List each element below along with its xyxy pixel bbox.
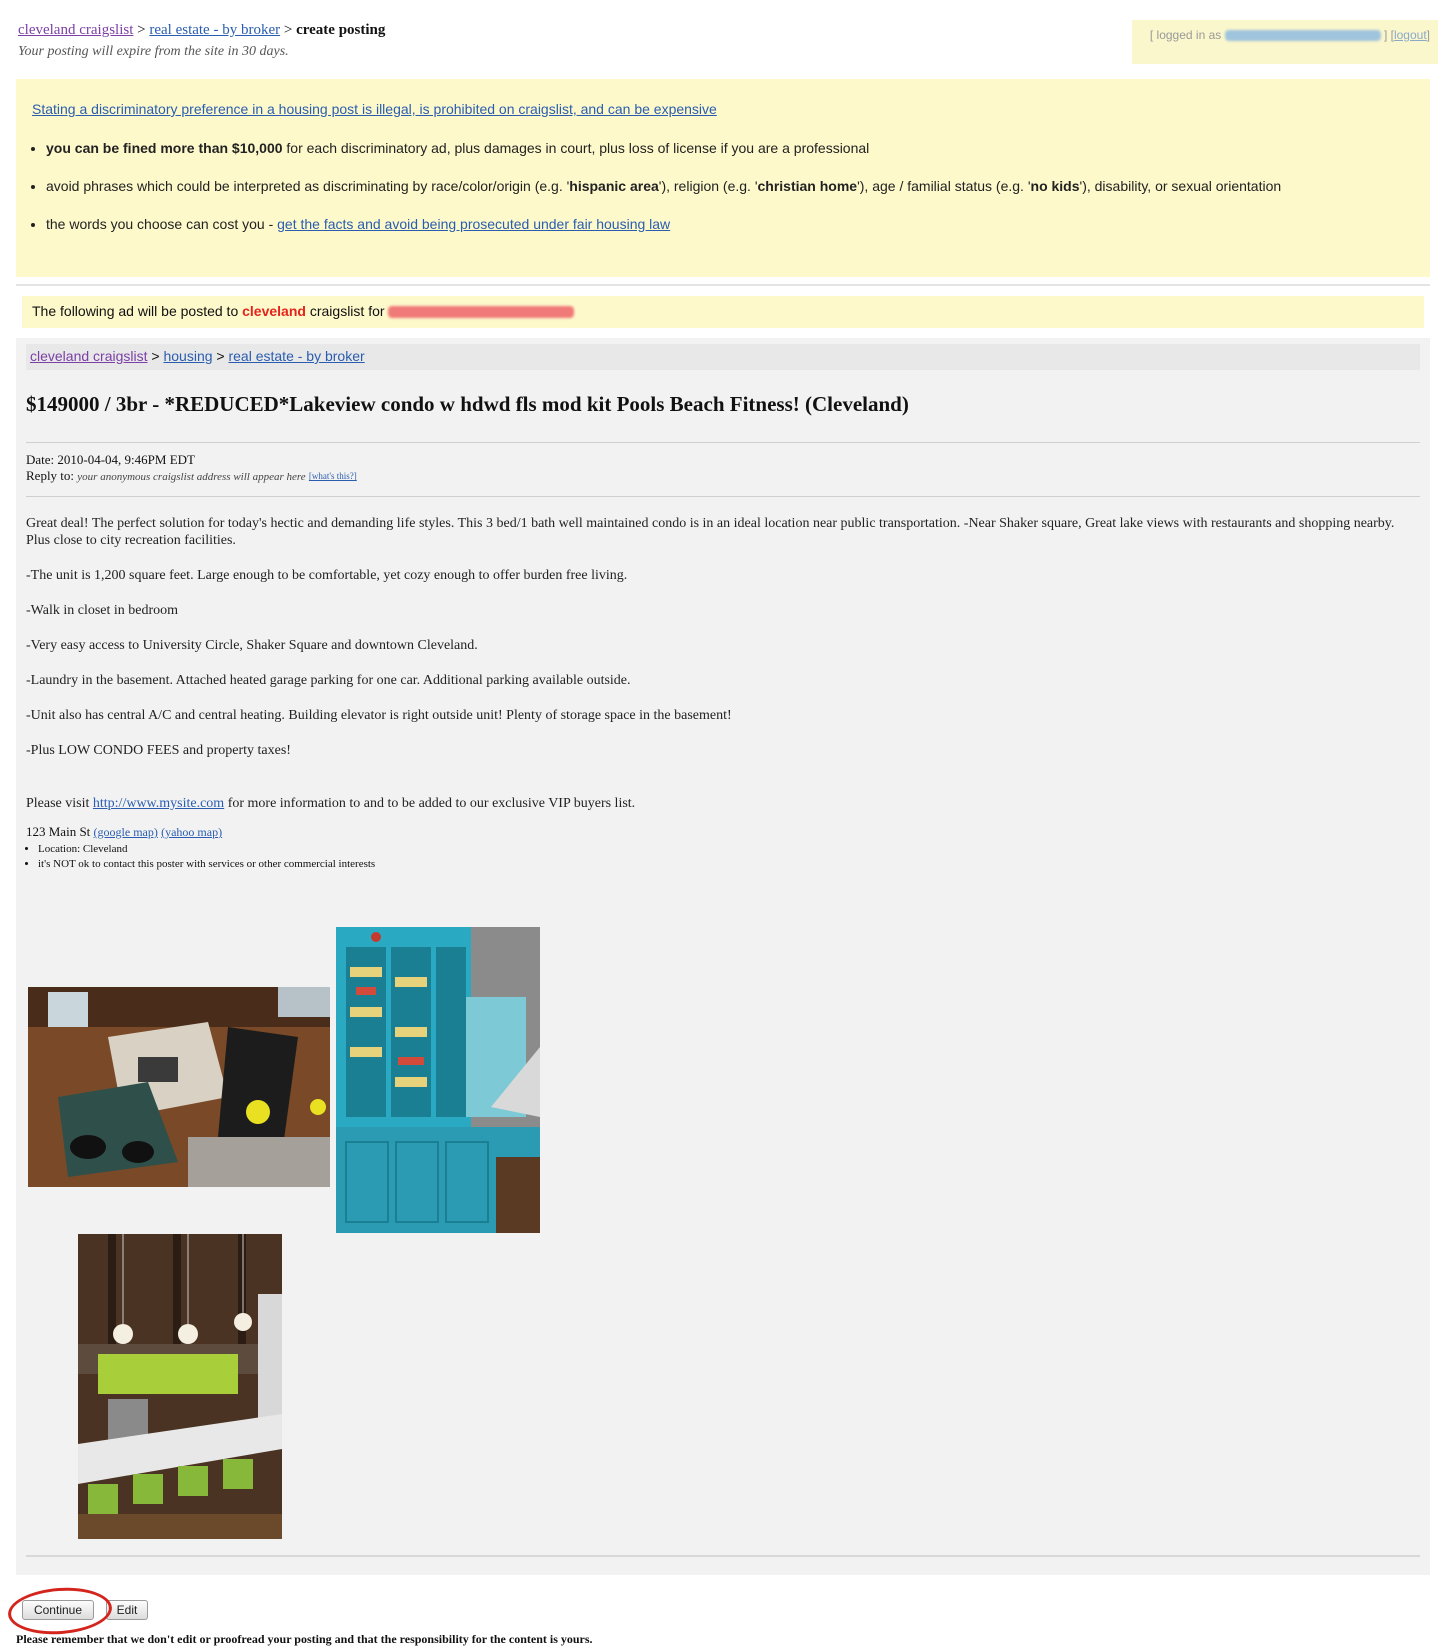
divider [16,284,1430,286]
warning-item-phrases: avoid phrases which could be interpreted… [46,177,1414,196]
body-paragraph: -Unit also has central A/C and central h… [26,708,732,723]
breadcrumb-cleveland-craigslist[interactable]: cleveland craigslist [18,22,133,38]
posting-body: Great deal! The perfect solution for tod… [26,515,1420,830]
preview-breadcrumb-cleveland-craigslist[interactable]: cleveland craigslist [30,348,148,364]
fair-housing-law-link[interactable]: get the facts and avoid being prosecuted… [277,216,670,232]
street-address: 123 Main St [26,824,94,839]
notice-city: cleveland [242,303,306,319]
fair-housing-warning: Stating a discriminatory preference in a… [16,79,1430,277]
breadcrumb-real-estate-by-broker[interactable]: real estate - by broker [149,22,280,38]
preview-breadcrumb: cleveland craigslist > housing > real es… [26,344,1420,370]
living-room-photo[interactable] [28,987,330,1187]
notice-suffix: craigslist for [305,303,389,319]
fact-location: Location: Cleveland [38,842,375,857]
example-no-kids: no kids [1030,178,1080,194]
posting-facts: Location: Cleveland it's NOT ok to conta… [26,842,375,872]
phrases-text: '), disability, or sexual orientation [1079,178,1282,194]
fine-bold: you can be fined more than $10,000 [46,140,283,156]
edit-button[interactable]: Edit [106,1600,148,1620]
body-paragraph: -The unit is 1,200 square feet. Large en… [26,568,628,583]
redacted-email [1224,30,1381,42]
fact-no-commercial: it's NOT ok to contact this poster with … [38,857,375,872]
phrases-text: avoid phrases which could be interpreted… [46,178,570,194]
divider [26,496,1420,497]
notice-prefix: The following ad will be posted to [32,303,243,319]
breadcrumb: cleveland craigslist > real estate - by … [18,22,385,39]
phrases-text: '), religion (e.g. ' [658,178,758,194]
expiry-note: Your posting will expire from the site i… [18,44,289,59]
login-prefix: [ logged in as [1149,28,1222,42]
posting-title: $149000 / 3br - *REDUCED*Lakeview condo … [26,392,909,416]
post-destination-notice: The following ad will be posted to cleve… [22,296,1424,328]
bracket: ] [ [1383,28,1394,42]
mysite-link[interactable]: http://www.mysite.com [93,796,224,811]
visit-suffix: for more information to and to be added … [224,796,636,811]
breadcrumb-separator: > [283,22,293,38]
body-paragraph: -Very easy access to University Circle, … [26,638,478,653]
kitchen-photo[interactable] [78,1234,282,1539]
breadcrumb-separator: > [216,348,225,364]
warning-item-words: the words you choose can cost you - get … [46,215,1414,234]
body-paragraph: -Plus LOW CONDO FEES and property taxes! [26,743,291,758]
posting-preview: cleveland craigslist > housing > real es… [16,338,1430,1575]
example-christian-home: christian home [757,178,858,194]
reply-label: Reply to: [26,468,78,483]
login-status-box: [ logged in as ] [logout] [1132,20,1438,64]
words-text: the words you choose can cost you - [46,216,278,232]
bracket: ] [1426,28,1430,42]
example-hispanic-area: hispanic area [569,178,659,194]
body-paragraph: -Walk in closet in bedroom [26,603,179,618]
redacted-email [388,306,575,319]
phrases-text: '), age / familial status (e.g. ' [857,178,1031,194]
fine-text: for each discriminatory ad, plus damages… [282,140,870,156]
posting-date: Date: 2010-04-04, 9:46PM EDT [26,452,195,467]
breadcrumb-separator: > [137,22,146,38]
reply-anonymous-address: your anonymous craigslist address will a… [77,471,306,483]
warning-list: you can be fined more than $10,000 for e… [32,139,1414,234]
reply-to: Reply to: your anonymous craigslist addr… [26,468,357,485]
google-map-link[interactable]: (google map) [94,825,158,839]
body-paragraph: -Laundry in the basement. Attached heate… [26,673,631,688]
address-line: 123 Main St (google map) (yahoo map) [26,824,222,840]
whats-this-link[interactable]: [what's this?] [309,471,357,481]
logout-link[interactable]: logout [1394,28,1427,42]
blue-cabinet-photo[interactable] [336,927,540,1233]
yahoo-map-link[interactable]: (yahoo map) [161,825,222,839]
preview-breadcrumb-real-estate-by-broker[interactable]: real estate - by broker [228,348,364,364]
preview-breadcrumb-housing[interactable]: housing [163,348,212,364]
highlight-circle-annotation [6,1584,114,1638]
divider [26,1555,1420,1557]
warning-headline-link[interactable]: Stating a discriminatory preference in a… [32,101,1414,117]
visit-prefix: Please visit [26,796,93,811]
body-paragraph: Great deal! The perfect solution for tod… [26,516,1395,548]
visit-paragraph: Please visit http://www.mysite.com for m… [26,795,1420,812]
breadcrumb-create-posting: create posting [296,22,386,38]
page-header: cleveland craigslist > real estate - by … [18,20,1438,68]
warning-item-fine: you can be fined more than $10,000 for e… [46,139,1414,158]
posting-meta: Date: 2010-04-04, 9:46PM EDT Reply to: y… [26,452,357,485]
responsibility-disclaimer: Please remember that we don't edit or pr… [16,1632,593,1646]
breadcrumb-separator: > [151,348,160,364]
divider [26,442,1420,443]
